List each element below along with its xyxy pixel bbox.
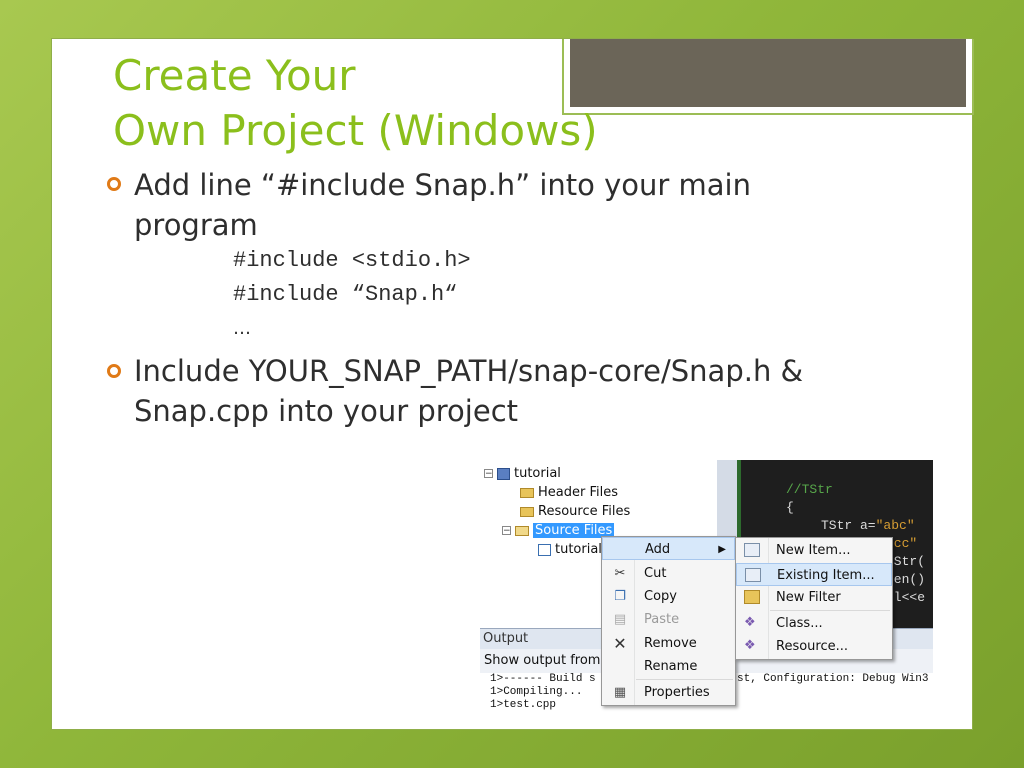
tree-item-label: Header Files: [538, 485, 618, 500]
bullet1-text: Add line “#include Snap.h” into your mai…: [134, 165, 751, 245]
submenu-item-resource[interactable]: ❖ Resource...: [736, 635, 892, 658]
project-icon: [497, 467, 510, 480]
slide-title-line2: Own Project (Windows): [113, 106, 598, 155]
title-tab-decoration: [562, 39, 974, 115]
collapse-icon[interactable]: −: [484, 469, 493, 479]
menu-separator: [770, 610, 890, 611]
menu-item-copy[interactable]: ❐ Copy: [602, 585, 735, 608]
bullet2-text: Include YOUR_SNAP_PATH/snap-core/Snap.h …: [134, 351, 803, 431]
menu-item-properties[interactable]: ▦ Properties: [602, 681, 735, 704]
bullet1-line1: Add line “#include Snap.h” into your mai…: [134, 168, 751, 202]
scissors-icon: ✂: [614, 566, 626, 581]
resource-icon: ❖: [744, 638, 756, 653]
menu-separator: [636, 679, 733, 680]
menu-item-rename[interactable]: Rename: [602, 655, 735, 678]
submenu-item-existing-item[interactable]: Existing Item...: [736, 563, 892, 586]
code-comment: //TStr: [786, 482, 833, 497]
context-menu: Add ▶ ✂ Cut ❐ Copy ▤ Paste ✕ Remove Rena…: [601, 536, 736, 706]
remove-x-icon: ✕: [613, 634, 627, 653]
tree-item-header-files[interactable]: Header Files: [520, 483, 618, 502]
new-item-icon: [744, 543, 760, 557]
tree-item-resource-files[interactable]: Resource Files: [520, 502, 630, 521]
class-icon: ❖: [744, 615, 756, 630]
paste-icon: ▤: [613, 612, 627, 627]
folder-icon: [520, 506, 534, 517]
code-brace: {: [786, 500, 794, 515]
bullet-icon: [107, 364, 121, 378]
show-output-label: Show output from:: [484, 653, 605, 668]
submenu-item-class[interactable]: ❖ Class...: [736, 612, 892, 635]
menu-item-remove[interactable]: ✕ Remove: [602, 632, 735, 655]
submenu-item-new-item[interactable]: New Item...: [736, 539, 892, 562]
bullet2-line1: Include YOUR_SNAP_PATH/snap-core/Snap.h …: [134, 354, 804, 388]
slide-title: Create Your Own Project (Windows): [113, 48, 598, 158]
tree-item-label: Resource Files: [538, 504, 631, 519]
bullet2-line2: Snap.cpp into your project: [134, 394, 519, 428]
submenu-item-new-filter[interactable]: New Filter: [736, 586, 892, 609]
tree-item-source-files[interactable]: − Source Files: [502, 521, 615, 540]
collapse-icon[interactable]: −: [502, 526, 511, 536]
open-folder-icon: [515, 525, 529, 536]
code-line2: #include “Snap.h“: [233, 282, 458, 307]
menu-item-add[interactable]: Add ▶: [602, 537, 735, 560]
submenu-arrow-icon: ▶: [718, 544, 726, 555]
tree-item-tutorial-cpp[interactable]: tutorial: [538, 540, 602, 559]
bullet1-line2: program: [134, 208, 258, 242]
slide-title-line1: Create Your: [113, 51, 356, 100]
code-tstr-line: TStr a="abc": [821, 518, 915, 533]
visual-studio-screenshot: − tutorial Header Files Resource Files − S…: [480, 460, 933, 722]
folder-icon: [520, 487, 534, 498]
tree-item-label: tutorial: [555, 542, 602, 557]
bullet-icon: [107, 177, 121, 191]
tree-item-project[interactable]: − tutorial: [484, 464, 561, 483]
properties-icon: ▦: [613, 685, 627, 700]
menu-item-paste: ▤ Paste: [613, 612, 680, 627]
title-tab-fill: [570, 39, 966, 107]
folder-icon: [744, 590, 760, 604]
code-line3: …: [233, 318, 251, 339]
copy-icon: ❐: [614, 589, 626, 604]
code-line1: #include <stdio.h>: [233, 248, 471, 273]
existing-item-icon: [745, 568, 761, 582]
menu-item-cut[interactable]: ✂ Cut: [602, 562, 735, 585]
cpp-file-icon: [538, 543, 551, 556]
add-submenu: New Item... Existing Item... New Filter …: [735, 537, 893, 660]
tree-item-label: tutorial: [514, 466, 561, 481]
